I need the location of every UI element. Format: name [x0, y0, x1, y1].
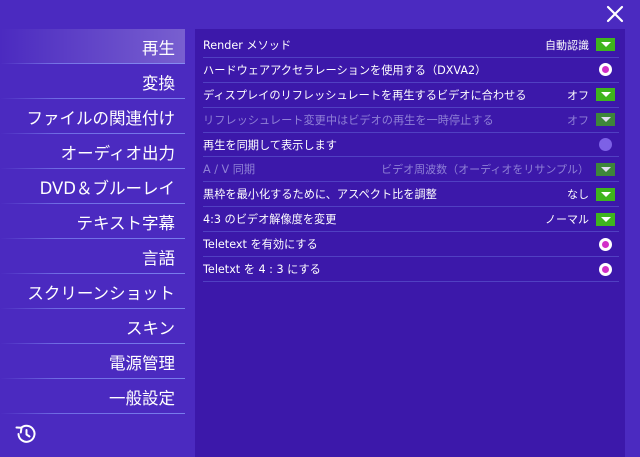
setting-label: 4:3 のビデオ解像度を変更	[203, 213, 337, 227]
dropdown-value: ビデオ周波数（オーディオをリサンプル）	[381, 163, 589, 177]
setting-row-av-sync: A / V 同期 ビデオ周波数（オーディオをリサンプル）	[203, 158, 619, 183]
setting-row-hardware-acceleration: ハードウェアアクセラレーションを使用する（DXVA2）	[203, 58, 619, 83]
setting-row-4-3-resolution: 4:3 のビデオ解像度を変更 ノーマル	[203, 207, 619, 233]
dropdown-value[interactable]: なし	[567, 186, 589, 202]
setting-label: Teletxt を 4 : 3 にする	[203, 263, 321, 277]
sidebar-item-screenshot[interactable]: スクリーンショット	[0, 274, 185, 309]
setting-row-teletext-4-3: Teletxt を 4 : 3 にする	[203, 257, 619, 282]
sidebar-item-skin[interactable]: スキン	[0, 309, 185, 344]
sidebar-item-language[interactable]: 言語	[0, 239, 185, 274]
dropdown-value: オフ	[567, 113, 589, 127]
setting-label: 再生を同期して表示します	[203, 138, 337, 152]
setting-label: 黒枠を最小化するために、アスペクト比を調整	[203, 188, 437, 202]
close-icon	[606, 5, 624, 23]
playback-settings-panel: Render メソッド 自動認識 ハードウェアアクセラレーションを使用する（DX…	[195, 29, 625, 457]
dropdown-button	[596, 113, 615, 127]
setting-row-match-refresh-rate: ディスプレイのリフレッシュレートを再生するビデオに合わせる オフ	[203, 83, 619, 108]
setting-label: ディスプレイのリフレッシュレートを再生するビデオに合わせる	[203, 88, 527, 102]
dropdown-value[interactable]: オフ	[567, 87, 589, 103]
close-button[interactable]	[604, 3, 626, 25]
setting-row-sync-display: 再生を同期して表示します	[203, 133, 619, 158]
sidebar-item-file-association[interactable]: ファイルの関連付け	[0, 99, 185, 134]
sidebar-item-power-management[interactable]: 電源管理	[0, 344, 185, 379]
setting-label: リフレッシュレート変更中はビデオの再生を一時停止する	[203, 113, 494, 127]
sidebar-item-dvd-bluray[interactable]: DVD＆ブルーレイ	[0, 169, 185, 204]
history-reset-icon	[15, 424, 36, 443]
toggle-radio[interactable]	[599, 262, 612, 276]
sidebar-item-general-settings[interactable]: 一般設定	[0, 379, 185, 414]
chevron-down-icon	[600, 166, 611, 172]
reset-settings-button[interactable]	[13, 421, 39, 447]
setting-label: Render メソッド	[203, 38, 292, 52]
toggle-radio[interactable]	[599, 138, 612, 152]
chevron-down-icon	[600, 117, 611, 123]
dropdown-button[interactable]	[596, 38, 615, 52]
setting-label: A / V 同期	[203, 163, 256, 177]
chevron-down-icon	[600, 216, 611, 222]
dropdown-button[interactable]	[596, 187, 615, 201]
settings-sidebar: 再生 変換 ファイルの関連付け オーディオ出力 DVD＆ブルーレイ テキスト字幕…	[0, 29, 185, 414]
setting-row-aspect-ratio: 黒枠を最小化するために、アスペクト比を調整 なし	[203, 182, 619, 208]
setting-label: ハードウェアアクセラレーションを使用する（DXVA2）	[203, 63, 487, 77]
toggle-radio[interactable]	[599, 237, 612, 251]
dropdown-button[interactable]	[596, 212, 615, 226]
chevron-down-icon	[600, 92, 611, 98]
setting-row-render-method: Render メソッド 自動認識	[203, 33, 619, 58]
dropdown-button	[596, 162, 615, 176]
setting-label: Teletext を有効にする	[203, 238, 318, 252]
setting-row-pause-during-refresh-change: リフレッシュレート変更中はビデオの再生を一時停止する オフ	[203, 108, 619, 133]
toggle-radio[interactable]	[599, 63, 612, 77]
chevron-down-icon	[600, 42, 611, 48]
dropdown-button[interactable]	[596, 88, 615, 102]
dropdown-value[interactable]: ノーマル	[545, 211, 589, 227]
dropdown-value[interactable]: 自動認識	[545, 37, 589, 53]
sidebar-item-text-subtitles[interactable]: テキスト字幕	[0, 204, 185, 239]
setting-row-teletext-enable: Teletext を有効にする	[203, 232, 619, 258]
chevron-down-icon	[600, 191, 611, 197]
sidebar-item-playback[interactable]: 再生	[0, 29, 185, 64]
sidebar-item-audio-output[interactable]: オーディオ出力	[0, 134, 185, 169]
sidebar-item-conversion[interactable]: 変換	[0, 64, 185, 99]
